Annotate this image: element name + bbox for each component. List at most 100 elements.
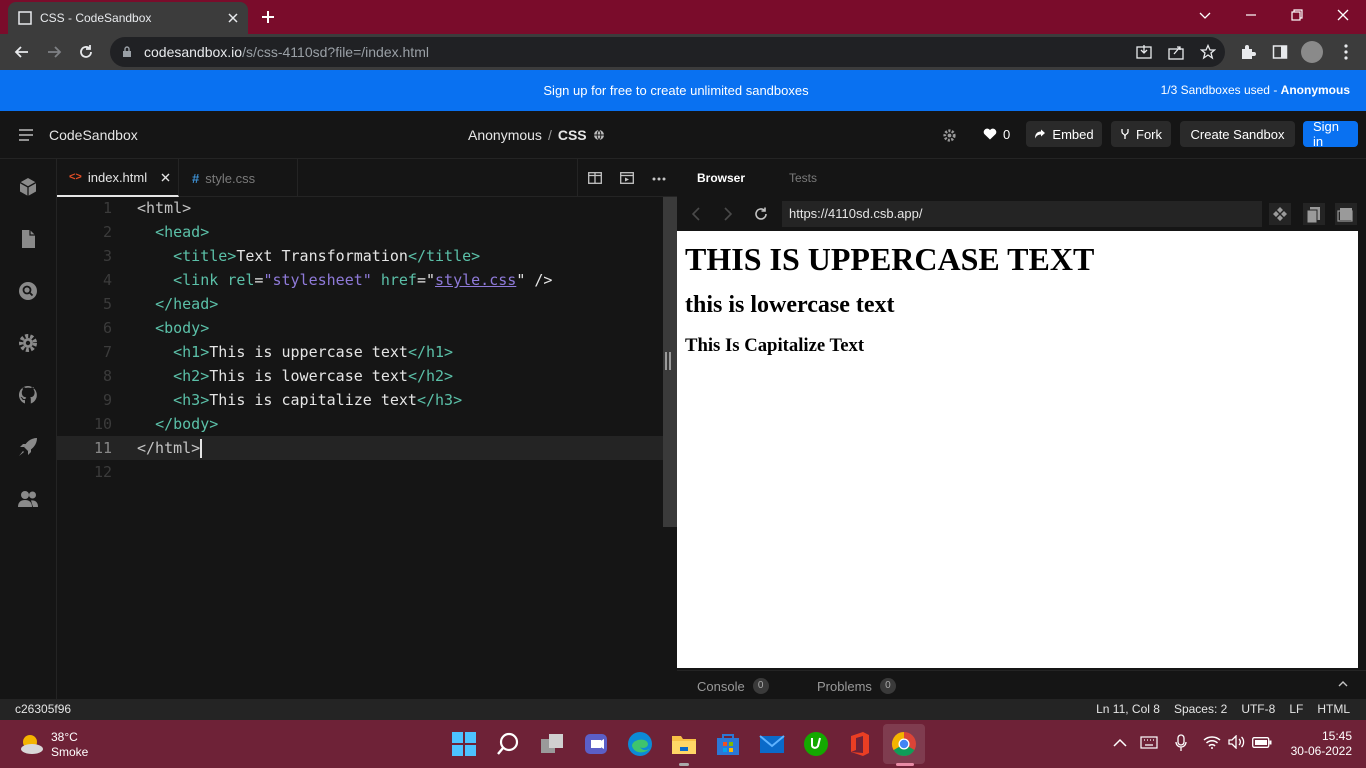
embed-button[interactable]: Embed bbox=[1026, 121, 1102, 147]
tab-tests[interactable]: Tests bbox=[789, 171, 817, 185]
browser-tab[interactable]: CSS - CodeSandbox bbox=[8, 2, 248, 34]
share-icon[interactable] bbox=[1166, 42, 1186, 62]
language-mode[interactable]: HTML bbox=[1317, 702, 1350, 716]
code-token: </head> bbox=[155, 295, 219, 313]
indentation[interactable]: Spaces: 2 bbox=[1174, 702, 1227, 716]
sandbox-title[interactable]: Anonymous / CSS bbox=[468, 127, 605, 143]
preview-refresh-icon[interactable] bbox=[753, 206, 769, 222]
back-icon[interactable] bbox=[12, 42, 32, 62]
sandbox-usage-text: 1/3 Sandboxes used - bbox=[1160, 83, 1281, 97]
cursor-position[interactable]: Ln 11, Col 8 bbox=[1096, 702, 1160, 716]
pane-resize-handle[interactable] bbox=[664, 350, 672, 372]
show-hidden-icons-icon[interactable] bbox=[1113, 738, 1127, 747]
volume-icon[interactable] bbox=[1228, 735, 1246, 749]
code-token: Text Transformation bbox=[236, 247, 408, 265]
reload-icon[interactable] bbox=[76, 42, 96, 62]
encoding[interactable]: UTF-8 bbox=[1241, 702, 1275, 716]
tab-search-icon[interactable] bbox=[1182, 0, 1228, 30]
side-panel-icon[interactable] bbox=[1270, 42, 1290, 62]
menu-icon[interactable] bbox=[18, 128, 34, 142]
github-icon[interactable] bbox=[17, 384, 39, 406]
teams-chat-icon[interactable] bbox=[583, 731, 609, 757]
expand-chevron-icon[interactable] bbox=[1338, 681, 1348, 687]
split-editor-icon[interactable] bbox=[588, 172, 602, 184]
upwork-icon[interactable] bbox=[803, 731, 829, 757]
code-line: 9 <h3>This is capitalize text</h3> bbox=[57, 388, 677, 412]
tab-browser[interactable]: Browser bbox=[697, 171, 745, 185]
create-sandbox-button[interactable]: Create Sandbox bbox=[1180, 121, 1295, 147]
devtools-bar: Console 0 Problems 0 bbox=[677, 670, 1366, 699]
profile-avatar[interactable] bbox=[1301, 41, 1323, 63]
minimize-icon[interactable] bbox=[1228, 0, 1274, 30]
tab-label: style.css bbox=[205, 170, 256, 186]
weather-icon[interactable] bbox=[18, 732, 44, 756]
forward-icon[interactable] bbox=[44, 42, 64, 62]
share-arrow-icon bbox=[1034, 129, 1046, 139]
line-number: 11 bbox=[93, 439, 112, 457]
explorer-file-icon[interactable] bbox=[17, 228, 39, 250]
extensions-icon[interactable] bbox=[1238, 42, 1258, 62]
deploy-rocket-icon[interactable] bbox=[17, 436, 39, 458]
console-tab[interactable]: Console 0 bbox=[697, 678, 769, 694]
code-link[interactable]: style.css bbox=[435, 271, 516, 289]
file-explorer-icon[interactable] bbox=[671, 731, 697, 757]
more-options-icon[interactable] bbox=[652, 177, 666, 181]
edge-browser-icon[interactable] bbox=[627, 731, 653, 757]
like-button[interactable]: 0 bbox=[977, 121, 1016, 147]
chrome-menu-icon[interactable] bbox=[1336, 42, 1356, 62]
restore-icon[interactable] bbox=[1274, 0, 1320, 30]
install-icon[interactable] bbox=[1134, 42, 1154, 62]
line-ending[interactable]: LF bbox=[1289, 702, 1303, 716]
settings-icon[interactable] bbox=[17, 332, 39, 354]
code-token: </h1> bbox=[407, 343, 454, 361]
code-token: /> bbox=[525, 271, 553, 289]
globe-icon bbox=[593, 129, 605, 141]
brand-name[interactable]: CodeSandbox bbox=[49, 127, 138, 143]
windows-start-icon[interactable] bbox=[451, 731, 477, 757]
tab-style-css[interactable]: # style.css bbox=[180, 159, 298, 197]
open-preview-icon[interactable] bbox=[620, 172, 634, 184]
weather-widget[interactable]: 38°C Smoke bbox=[51, 730, 88, 760]
microsoft-store-icon[interactable] bbox=[715, 731, 741, 757]
keyboard-icon[interactable] bbox=[1140, 736, 1158, 749]
code-editor[interactable]: 1 <html> 2 <head> 3 <title>Text Transfor… bbox=[57, 197, 677, 699]
new-tab-icon[interactable] bbox=[258, 7, 278, 27]
chrome-icon[interactable] bbox=[891, 731, 917, 757]
preview-url-input[interactable]: https://4110sd.csb.app/ bbox=[782, 201, 1262, 227]
office-icon[interactable] bbox=[847, 731, 873, 757]
system-clock[interactable]: 15:45 30-06-2022 bbox=[1280, 729, 1352, 759]
code-token: This is lowercase text bbox=[209, 367, 408, 385]
code-token: <h1> bbox=[173, 343, 210, 361]
address-bar[interactable]: codesandbox.io/s/css-4110sd?file=/index.… bbox=[110, 37, 1225, 67]
settings-gear-icon[interactable] bbox=[942, 128, 957, 143]
live-users-icon[interactable] bbox=[17, 488, 39, 510]
project-info-icon[interactable] bbox=[17, 176, 39, 198]
preview-forward-icon[interactable] bbox=[724, 207, 732, 221]
battery-icon[interactable] bbox=[1252, 737, 1272, 748]
fork-button[interactable]: Fork bbox=[1111, 121, 1171, 147]
html-code-icon: <> bbox=[69, 171, 82, 183]
tab-index-html[interactable]: <> index.html bbox=[57, 159, 179, 197]
taskbar-search-icon[interactable] bbox=[495, 731, 521, 757]
bookmark-star-icon[interactable] bbox=[1198, 42, 1218, 62]
running-indicator bbox=[679, 763, 689, 766]
tab-close-icon[interactable] bbox=[228, 13, 238, 23]
sign-in-button[interactable]: Sign in bbox=[1303, 119, 1358, 149]
problems-tab[interactable]: Problems 0 bbox=[817, 678, 896, 694]
close-window-icon[interactable] bbox=[1320, 0, 1366, 30]
banner-text[interactable]: Sign up for free to create unlimited san… bbox=[0, 83, 1352, 98]
responsive-view-icon[interactable] bbox=[1269, 203, 1291, 225]
code-line: 10 </body> bbox=[57, 412, 677, 436]
title-separator: / bbox=[547, 127, 552, 143]
wifi-icon[interactable] bbox=[1203, 735, 1221, 749]
task-view-icon[interactable] bbox=[539, 731, 565, 757]
commit-hash[interactable]: c26305f96 bbox=[15, 702, 71, 716]
tab-close-icon[interactable] bbox=[161, 173, 170, 182]
search-icon[interactable] bbox=[17, 280, 39, 302]
open-new-window-icon[interactable] bbox=[1303, 203, 1325, 225]
mail-icon[interactable] bbox=[759, 731, 785, 757]
preview-back-icon[interactable] bbox=[692, 207, 700, 221]
preview-window-icon[interactable] bbox=[1335, 203, 1357, 225]
microphone-icon[interactable] bbox=[1175, 734, 1187, 752]
